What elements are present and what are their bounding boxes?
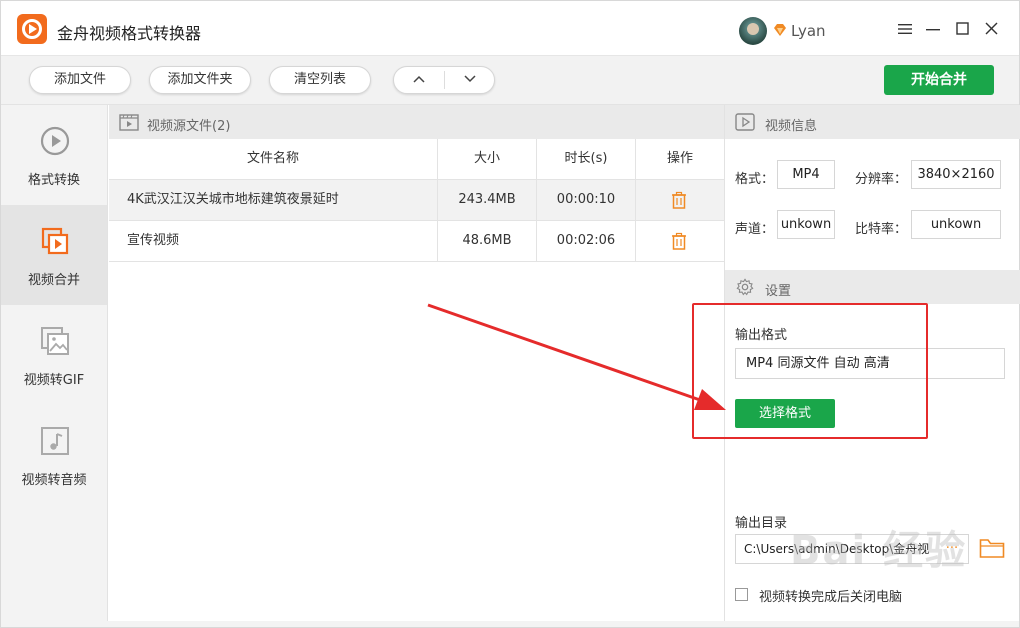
sidebar-item-label: 格式转换 — [27, 173, 80, 188]
table-row[interactable]: 4K武汉江汉关城市地标建筑夜景延时 243.4MB 00:00:10 — [109, 180, 724, 221]
close-after-label: 视频转换完成后关闭电脑 — [759, 590, 903, 605]
table-row[interactable]: 宣传视频 48.6MB 00:02:06 — [109, 221, 724, 262]
file-size: 48.6MB — [462, 233, 512, 248]
vip-diamond-icon — [774, 24, 786, 36]
resolution-value: 3840×2160 — [911, 160, 1001, 189]
sidebar-item-format-convert[interactable]: 格式转换 — [1, 105, 107, 205]
minimize-icon[interactable] — [922, 19, 944, 41]
more-button[interactable]: ··· — [937, 535, 967, 563]
format-value: MP4 — [777, 160, 835, 189]
video-info-icon — [735, 113, 755, 131]
avatar[interactable] — [739, 17, 767, 45]
chevron-down-icon — [464, 75, 476, 83]
music-icon — [41, 427, 69, 455]
file-duration: 00:02:06 — [556, 233, 616, 248]
video-info-title: 视频信息 — [765, 119, 818, 134]
start-merge-button[interactable]: 开始合并 — [884, 65, 994, 95]
file-size: 243.4MB — [458, 192, 516, 207]
add-folder-button[interactable]: 添加文件夹 — [149, 66, 251, 94]
files-panel-header: 视频源文件(2) — [109, 105, 724, 139]
sidebar-item-video-to-gif[interactable]: 视频转GIF — [1, 305, 107, 405]
bitrate-value: unkown — [911, 210, 1001, 239]
table-header: 文件名称 大小 时长(s) 操作 — [109, 139, 724, 180]
trash-icon[interactable] — [670, 191, 688, 209]
sidebar-item-label: 视频转GIF — [23, 373, 85, 388]
channel-label: 声道： — [735, 222, 775, 237]
column-header-action: 操作 — [666, 151, 693, 166]
status-bar — [1, 621, 1019, 627]
image-icon — [41, 327, 69, 355]
settings-header: 设置 — [725, 270, 1020, 304]
move-up-button[interactable] — [394, 67, 444, 93]
app-logo-icon — [17, 14, 47, 44]
trash-icon[interactable] — [670, 232, 688, 250]
output-dir-label: 输出目录 — [735, 516, 788, 531]
bitrate-label: 比特率： — [855, 222, 908, 237]
toolbar: 添加文件 添加文件夹 清空列表 开始合并 — [1, 55, 1019, 105]
video-info-header: 视频信息 — [725, 105, 1020, 139]
output-dir-field[interactable]: C:\Users\admin\Desktop\金舟视 — [735, 534, 969, 564]
file-duration: 00:00:10 — [556, 192, 616, 207]
add-file-button[interactable]: 添加文件 — [29, 66, 131, 94]
sidebar-item-video-merge[interactable]: 视频合并 — [1, 205, 107, 305]
chevron-up-icon — [413, 75, 425, 83]
format-label: 格式： — [735, 172, 775, 187]
column-header-size: 大小 — [473, 151, 500, 166]
close-icon[interactable] — [980, 19, 1002, 41]
move-down-button[interactable] — [445, 67, 495, 93]
video-file-icon — [119, 114, 139, 131]
sidebar-item-label: 视频合并 — [27, 273, 80, 288]
files-panel-title: 视频源文件(2) — [147, 119, 231, 134]
right-panel: 视频信息 格式： MP4 分辨率： 3840×2160 声道： unkown 比… — [724, 105, 1020, 627]
gear-icon — [736, 278, 754, 296]
merge-icon — [41, 227, 69, 255]
channel-value: unkown — [777, 210, 835, 239]
choose-format-button[interactable]: 选择格式 — [735, 399, 835, 428]
resolution-label: 分辨率： — [855, 172, 908, 187]
title-bar: 金舟视频格式转换器 Lyan — [1, 1, 1019, 55]
settings-title: 设置 — [765, 284, 792, 299]
username[interactable]: Lyan — [791, 22, 826, 40]
file-name: 宣传视频 — [127, 233, 180, 248]
maximize-icon[interactable] — [951, 19, 973, 41]
app-title: 金舟视频格式转换器 — [57, 24, 202, 43]
sidebar-item-label: 视频转音频 — [21, 473, 87, 488]
clear-list-button[interactable]: 清空列表 — [269, 66, 371, 94]
output-format-field: MP4 同源文件 自动 高清 — [735, 348, 1005, 379]
app-window: 金舟视频格式转换器 Lyan 添加文件 添加文件夹 清空列表 开始合并 格式转换… — [0, 0, 1020, 628]
move-buttons — [393, 66, 495, 94]
sidebar-item-video-to-audio[interactable]: 视频转音频 — [1, 405, 107, 505]
column-header-name: 文件名称 — [246, 151, 299, 166]
output-format-label: 输出格式 — [735, 328, 788, 343]
menu-icon[interactable] — [894, 19, 916, 41]
file-name: 4K武汉江汉关城市地标建筑夜景延时 — [127, 192, 339, 207]
column-header-duration: 时长(s) — [564, 151, 608, 166]
play-circle-icon — [40, 126, 70, 156]
close-after-checkbox[interactable] — [735, 588, 748, 601]
sidebar: 格式转换 视频合并 视频转GIF 视频转音频 — [1, 105, 108, 627]
folder-icon[interactable] — [979, 537, 1005, 559]
